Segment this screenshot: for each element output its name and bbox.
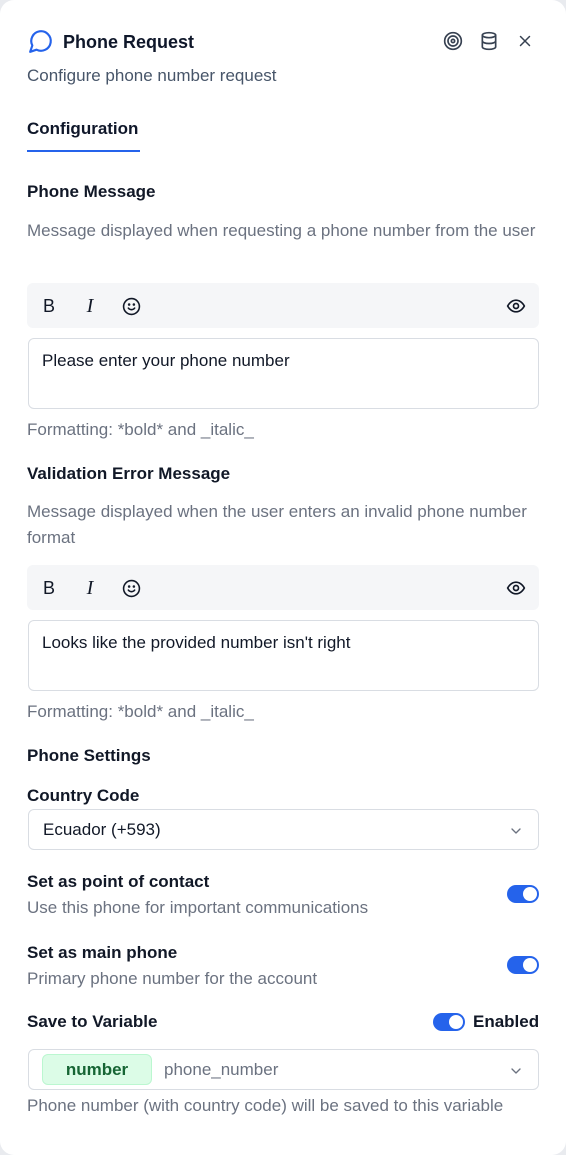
- italic-icon: I: [86, 576, 94, 599]
- emoji-button[interactable]: [119, 576, 143, 600]
- phone-message-title: Phone Message: [27, 182, 156, 201]
- save-to-variable-title: Save to Variable: [27, 1012, 158, 1031]
- emoji-button[interactable]: [119, 294, 143, 318]
- panel-title: Phone Request: [63, 32, 195, 52]
- validation-error-formatting-hint: Formatting: *bold* and _italic_: [27, 702, 254, 721]
- point-of-contact-title: Set as point of contact: [27, 872, 210, 891]
- country-code-select[interactable]: Ecuador (+593): [28, 809, 539, 850]
- main-phone-description: Primary phone number for the account: [27, 969, 318, 988]
- point-of-contact-description: Use this phone for important communicati…: [27, 898, 369, 917]
- save-to-variable-status: Enabled: [473, 1012, 540, 1031]
- validation-error-description: Message displayed when the user enters a…: [27, 502, 527, 547]
- bold-icon: B: [42, 295, 55, 316]
- main-phone-title: Set as main phone: [27, 943, 178, 962]
- point-of-contact-toggle[interactable]: [507, 885, 539, 903]
- database-button[interactable]: [478, 30, 500, 52]
- active-tab-indicator: [27, 150, 140, 152]
- target-button[interactable]: [442, 30, 464, 52]
- bold-button[interactable]: B: [37, 294, 61, 318]
- toggle-knob: [523, 958, 537, 972]
- toggle-knob: [449, 1015, 463, 1029]
- save-to-variable-toggle[interactable]: [433, 1013, 465, 1031]
- tab-configuration[interactable]: Configuration: [27, 119, 138, 139]
- eye-icon: [506, 299, 526, 313]
- validation-error-toolbar: B I: [27, 565, 539, 610]
- bold-button[interactable]: B: [37, 576, 61, 600]
- phone-message-toolbar: B I: [27, 283, 539, 328]
- variable-type-badge: number: [42, 1054, 152, 1085]
- database-icon: [481, 31, 497, 51]
- phone-request-panel: Phone Request Configure phone number req…: [0, 0, 566, 1155]
- italic-icon: I: [86, 294, 94, 317]
- chevron-down-icon: [511, 828, 521, 834]
- target-icon: [443, 31, 463, 51]
- chevron-down-icon: [511, 1068, 521, 1074]
- save-to-variable-footnote: Phone number (with country code) will be…: [27, 1096, 504, 1115]
- country-code-value: Ecuador (+593): [43, 820, 161, 839]
- validation-error-editor[interactable]: Looks like the provided number isn't rig…: [28, 620, 539, 691]
- phone-message-formatting-hint: Formatting: *bold* and _italic_: [27, 420, 254, 439]
- phone-settings-title: Phone Settings: [27, 746, 151, 765]
- emoji-icon: [122, 579, 140, 597]
- phone-message-description: Message displayed when requesting a phon…: [27, 221, 536, 240]
- close-icon: [519, 35, 531, 47]
- toggle-knob: [523, 887, 537, 901]
- phone-message-editor[interactable]: Please enter your phone number: [28, 338, 539, 409]
- italic-button[interactable]: I: [78, 576, 102, 600]
- bold-icon: B: [42, 577, 55, 598]
- preview-button[interactable]: [504, 294, 528, 318]
- panel-subtitle: Configure phone number request: [27, 66, 277, 85]
- chat-bubble-icon: [29, 30, 52, 53]
- country-code-label: Country Code: [27, 786, 140, 805]
- eye-icon: [506, 581, 526, 595]
- variable-name: phone_number: [164, 1060, 279, 1079]
- close-button[interactable]: [514, 30, 536, 52]
- main-phone-toggle[interactable]: [507, 956, 539, 974]
- validation-error-title: Validation Error Message: [27, 464, 231, 483]
- variable-select[interactable]: number phone_number: [28, 1049, 539, 1090]
- preview-button[interactable]: [504, 576, 528, 600]
- emoji-icon: [122, 297, 140, 315]
- italic-button[interactable]: I: [78, 294, 102, 318]
